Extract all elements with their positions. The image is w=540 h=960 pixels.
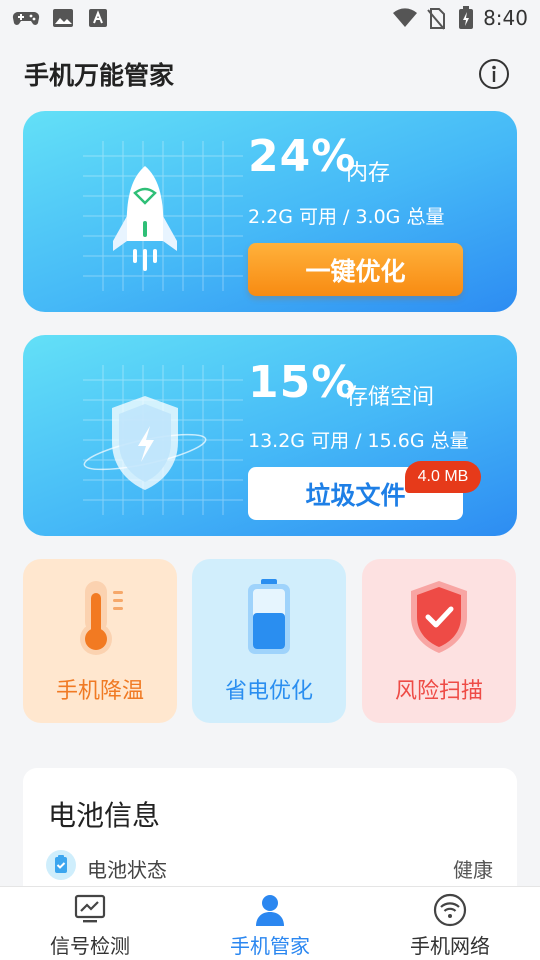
status-bar: 8:40 xyxy=(0,0,540,36)
thermometer-icon xyxy=(80,581,123,655)
battery-status-label: 电池状态 xyxy=(87,858,167,882)
storage-percent: 15% xyxy=(248,357,357,408)
nav-label: 手机网络 xyxy=(410,934,490,958)
storage-label: 存储空间 xyxy=(346,385,435,410)
info-icon[interactable] xyxy=(478,58,510,90)
tile-risk-scan[interactable]: 风险扫描 xyxy=(362,559,516,723)
battery-charging-icon xyxy=(459,6,473,29)
nav-phone-network[interactable]: 手机网络 xyxy=(360,887,540,960)
tile-label: 风险扫描 xyxy=(394,679,483,704)
clock: 8:40 xyxy=(483,6,528,30)
gamepad-icon xyxy=(12,11,40,25)
nav-signal-check[interactable]: 信号检测 xyxy=(0,887,180,960)
rocket-icon xyxy=(113,166,177,271)
memory-capacity: 2.2G 可用 / 3.0G 总量 xyxy=(248,206,445,228)
no-sim-icon xyxy=(427,8,445,30)
battery-status-value: 健康 xyxy=(453,858,493,882)
image-icon xyxy=(53,9,73,27)
memory-percent: 24% xyxy=(248,131,357,182)
tile-power-saving[interactable]: 省电优化 xyxy=(192,559,346,723)
tile-label: 手机降温 xyxy=(55,679,144,704)
wifi-circle-icon xyxy=(433,893,467,927)
tile-phone-cooling[interactable]: 手机降温 xyxy=(23,559,177,723)
nav-label: 信号检测 xyxy=(50,934,130,958)
memory-label: 内存 xyxy=(346,161,391,186)
battery-icon xyxy=(248,579,290,654)
person-icon xyxy=(256,895,284,926)
nav-phone-manager[interactable]: 手机管家 xyxy=(180,887,360,960)
tile-label: 省电优化 xyxy=(224,679,313,704)
wifi-icon xyxy=(393,8,417,27)
junk-size-badge: 4.0 MB xyxy=(405,461,481,493)
a-icon xyxy=(89,9,107,27)
optimize-button[interactable]: 一键优化 xyxy=(248,243,463,296)
memory-card[interactable]: 24% 内存 2.2G 可用 / 3.0G 总量 一键优化 xyxy=(23,111,517,312)
clipboard-check-icon xyxy=(46,850,76,880)
bottom-nav: 信号检测 手机管家 手机网络 xyxy=(0,886,540,960)
nav-label: 手机管家 xyxy=(230,934,310,958)
battery-info-title: 电池信息 xyxy=(48,799,161,832)
storage-capacity: 13.2G 可用 / 15.6G 总量 xyxy=(248,430,469,452)
monitor-chart-icon xyxy=(74,894,106,923)
shield-bolt-icon xyxy=(83,396,207,490)
shield-check-icon xyxy=(411,581,467,653)
storage-card[interactable]: 15% 存储空间 13.2G 可用 / 15.6G 总量 垃圾文件 xyxy=(23,335,517,536)
page-title: 手机万能管家 xyxy=(24,61,175,90)
app-bar: 手机万能管家 xyxy=(0,50,540,96)
